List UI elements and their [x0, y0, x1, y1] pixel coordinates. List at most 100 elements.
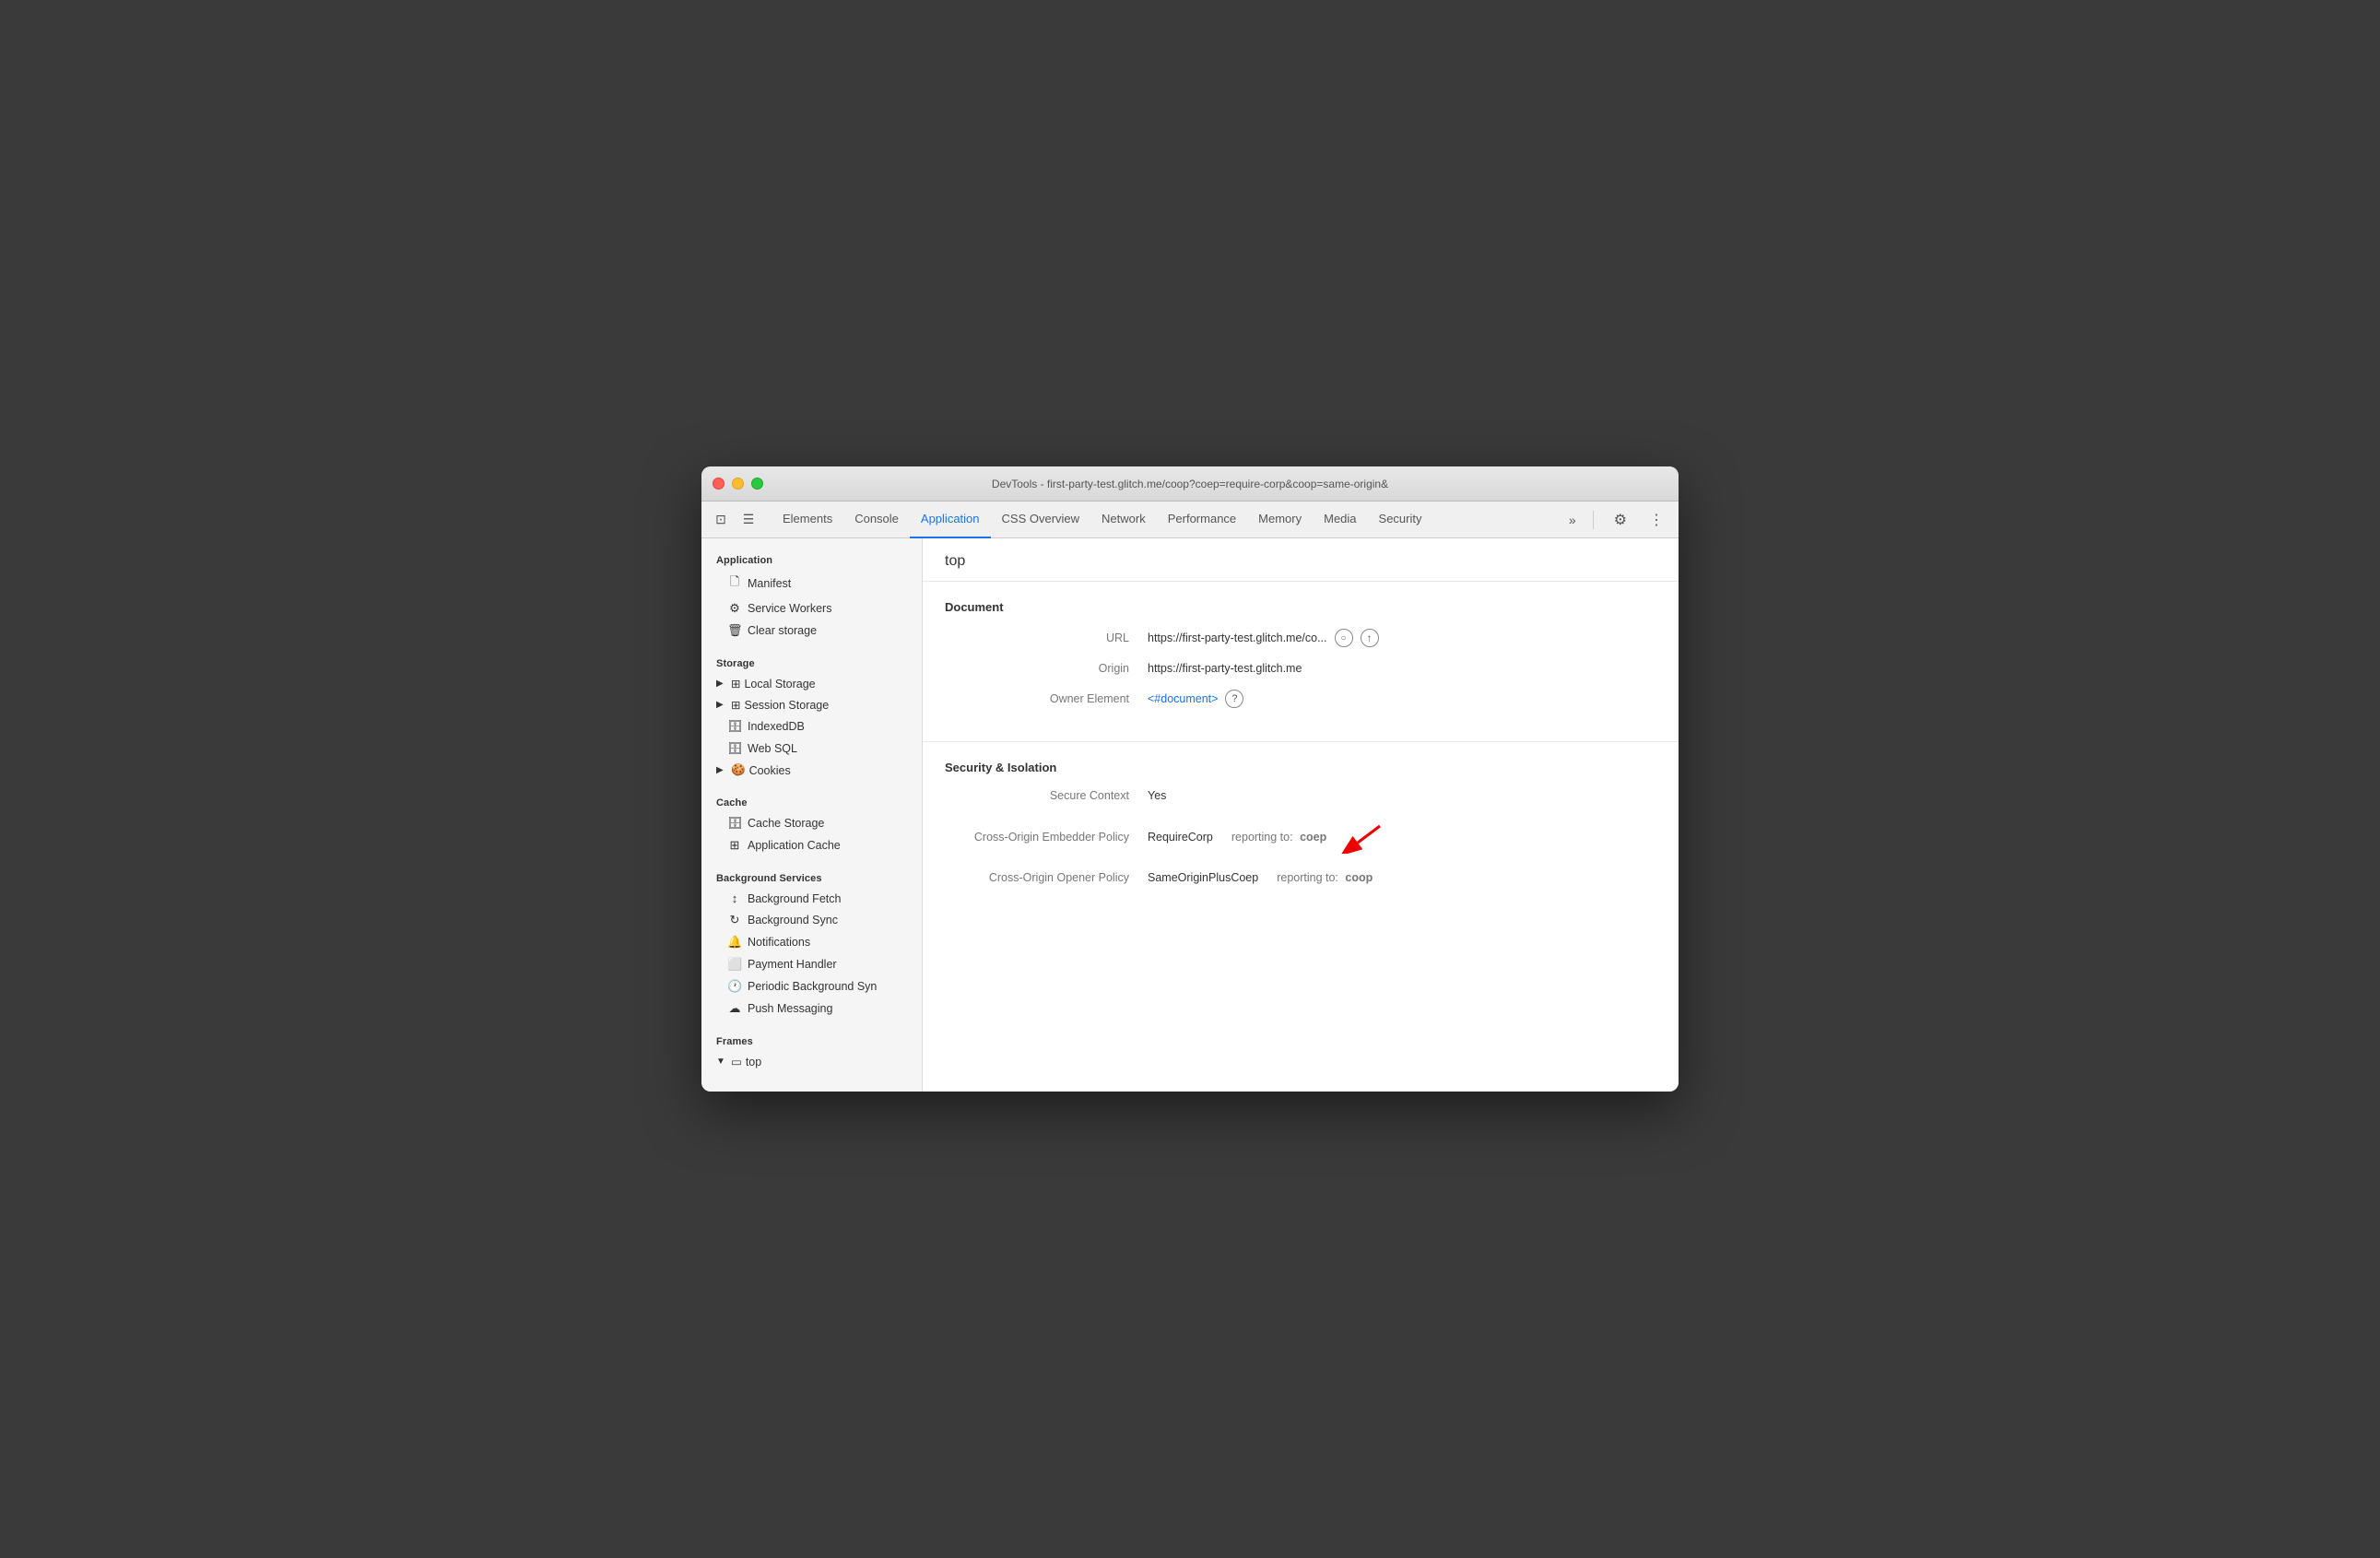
clear-storage-icon: 🗑: [727, 623, 742, 638]
close-button[interactable]: [713, 478, 725, 490]
frame-icon: ▭: [731, 1055, 742, 1068]
sidebar-item-indexeddb[interactable]: 🗄 IndexedDB: [701, 715, 922, 738]
sidebar-item-background-fetch[interactable]: ↕ Background Fetch: [701, 888, 922, 909]
origin-label: Origin: [945, 662, 1148, 675]
cookies-icon: 🍪: [731, 763, 746, 777]
sidebar-item-payment-handler[interactable]: ⬜ Payment Handler: [701, 953, 922, 975]
tab-network[interactable]: Network: [1090, 502, 1157, 538]
coop-reporting-text: reporting to: coop: [1277, 871, 1373, 884]
coep-label: Cross-Origin Embedder Policy: [945, 831, 1148, 844]
sidebar-item-manifest[interactable]: 🗋 Manifest: [701, 570, 922, 597]
sidebar-item-local-storage[interactable]: ▶ ⊞ Local Storage: [701, 673, 922, 694]
minimize-button[interactable]: [732, 478, 744, 490]
sidebar-item-local-storage-label: Local Storage: [744, 678, 815, 690]
secure-context-label: Secure Context: [945, 789, 1148, 802]
push-messaging-icon: ☁: [727, 1001, 742, 1016]
maximize-button[interactable]: [751, 478, 763, 490]
url-value: https://first-party-test.glitch.me/co...: [1148, 631, 1327, 644]
tab-console[interactable]: Console: [843, 502, 910, 538]
arrow-right-icon-3: ▶: [716, 765, 727, 775]
origin-value: https://first-party-test.glitch.me: [1148, 662, 1302, 675]
window-title: DevTools - first-party-test.glitch.me/co…: [992, 478, 1388, 490]
red-arrow-annotation: [1341, 817, 1387, 856]
local-storage-icon: ⊞: [731, 677, 740, 690]
tab-memory[interactable]: Memory: [1247, 502, 1313, 538]
owner-element-value-container: <#document> ?: [1148, 690, 1243, 708]
payment-handler-icon: ⬜: [727, 957, 742, 972]
arrow-right-icon: ▶: [716, 679, 727, 689]
devtools-window: DevTools - first-party-test.glitch.me/co…: [701, 466, 1679, 1092]
sidebar-item-service-workers-label: Service Workers: [748, 602, 831, 615]
sidebar-item-top-frame[interactable]: ▼ ▭ top: [701, 1051, 922, 1072]
sidebar-item-clear-storage[interactable]: 🗑 Clear storage: [701, 620, 922, 642]
sidebar-item-background-fetch-label: Background Fetch: [748, 892, 841, 905]
tab-overflow-button[interactable]: »: [1565, 509, 1580, 531]
sidebar-item-session-storage[interactable]: ▶ ⊞ Session Storage: [701, 694, 922, 715]
settings-button[interactable]: ⚙: [1607, 507, 1634, 533]
sidebar-item-cookies[interactable]: ▶ 🍪 Cookies: [701, 760, 922, 781]
owner-element-link[interactable]: <#document>: [1148, 692, 1218, 705]
divider-1: [701, 642, 922, 649]
tab-elements[interactable]: Elements: [772, 502, 843, 538]
sidebar-item-push-messaging[interactable]: ☁ Push Messaging: [701, 997, 922, 1020]
sidebar-section-storage: Storage: [701, 649, 922, 673]
content-panel: top Document URL https://first-party-tes…: [923, 538, 1679, 1092]
application-cache-icon: ⊞: [727, 838, 742, 853]
coep-endpoint: coep: [1300, 831, 1326, 844]
sidebar-item-periodic-background-sync-label: Periodic Background Syn: [748, 980, 877, 993]
coop-endpoint: coop: [1345, 871, 1373, 884]
divider-3: [701, 856, 922, 864]
traffic-lights: [713, 478, 763, 490]
arrow-down-icon: ▼: [716, 1056, 727, 1067]
url-value-container: https://first-party-test.glitch.me/co...…: [1148, 629, 1379, 647]
manifest-icon: 🗋: [727, 573, 742, 594]
sidebar-item-application-cache[interactable]: ⊞ Application Cache: [701, 834, 922, 856]
tab-performance[interactable]: Performance: [1157, 502, 1247, 538]
sidebar-section-application: Application: [701, 546, 922, 570]
main-area: Application 🗋 Manifest ⚙ Service Workers…: [701, 538, 1679, 1092]
security-section: Security & Isolation Secure Context Yes …: [923, 742, 1679, 917]
sidebar-section-frames: Frames: [701, 1027, 922, 1051]
tab-icon-group: ⊡ ☰: [709, 508, 760, 532]
title-bar: DevTools - first-party-test.glitch.me/co…: [701, 466, 1679, 502]
url-label: URL: [945, 631, 1148, 644]
tab-security[interactable]: Security: [1368, 502, 1433, 538]
tab-bar-right: » ⚙ ⋮: [1565, 507, 1671, 533]
url-copy-icon[interactable]: ○: [1335, 629, 1353, 647]
sidebar-item-service-workers[interactable]: ⚙ Service Workers: [701, 597, 922, 620]
sidebar-item-cache-storage[interactable]: 🗄 Cache Storage: [701, 812, 922, 834]
sidebar-item-web-sql[interactable]: 🗄 Web SQL: [701, 738, 922, 760]
divider-2: [701, 781, 922, 788]
sidebar-item-manifest-label: Manifest: [748, 577, 791, 590]
origin-row: Origin https://first-party-test.glitch.m…: [945, 662, 1656, 675]
sidebar-item-background-sync[interactable]: ↻ Background Sync: [701, 909, 922, 931]
sidebar-item-periodic-background-sync[interactable]: 🕐 Periodic Background Syn: [701, 975, 922, 997]
sidebar-item-notifications[interactable]: 🔔 Notifications: [701, 931, 922, 953]
sidebar-item-background-sync-label: Background Sync: [748, 914, 838, 927]
tab-css-overview[interactable]: CSS Overview: [991, 502, 1091, 538]
background-fetch-icon: ↕: [727, 891, 742, 905]
service-workers-icon: ⚙: [727, 601, 742, 616]
tab-media[interactable]: Media: [1313, 502, 1367, 538]
owner-element-row: Owner Element <#document> ?: [945, 690, 1656, 708]
sidebar-section-cache: Cache: [701, 788, 922, 812]
url-navigate-icon[interactable]: ↑: [1361, 629, 1379, 647]
coop-label: Cross-Origin Opener Policy: [945, 871, 1148, 884]
content-page-title: top: [923, 538, 1679, 582]
web-sql-icon: 🗄: [727, 741, 742, 756]
tab-bar: ⊡ ☰ Elements Console Application CSS Ove…: [701, 502, 1679, 538]
secure-context-row: Secure Context Yes: [945, 789, 1656, 802]
sidebar-section-background-services: Background Services: [701, 864, 922, 888]
owner-element-info-icon[interactable]: ?: [1225, 690, 1243, 708]
document-section-title: Document: [945, 600, 1656, 614]
tab-application[interactable]: Application: [910, 502, 991, 538]
sidebar-item-session-storage-label: Session Storage: [744, 699, 829, 712]
notifications-icon: 🔔: [727, 935, 742, 950]
periodic-background-sync-icon: 🕐: [727, 979, 742, 994]
document-section: Document URL https://first-party-test.gl…: [923, 582, 1679, 742]
cursor-icon-button[interactable]: ⊡: [709, 508, 733, 532]
more-options-button[interactable]: ⋮: [1642, 507, 1671, 533]
coep-reporting-text: reporting to: coep: [1231, 831, 1326, 844]
device-toggle-button[interactable]: ☰: [736, 508, 760, 532]
sidebar: Application 🗋 Manifest ⚙ Service Workers…: [701, 538, 923, 1092]
